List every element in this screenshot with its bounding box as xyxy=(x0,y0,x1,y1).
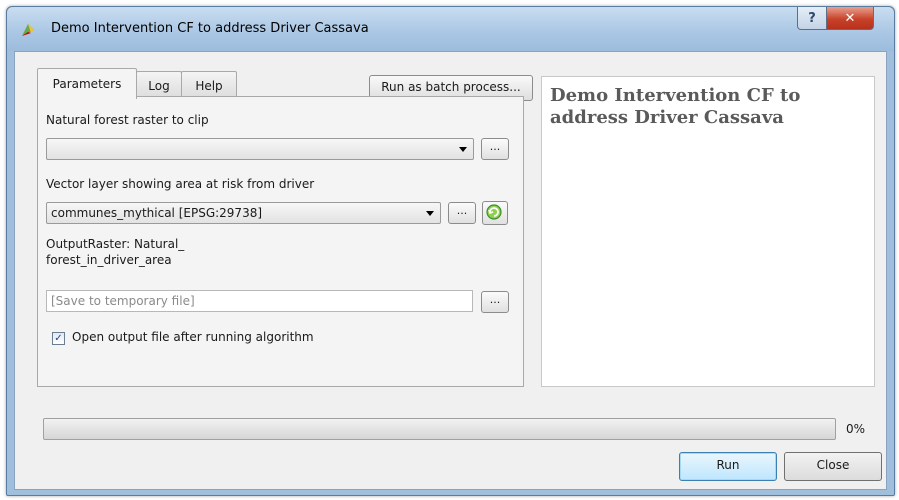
vector-layer-value: communes_mythical [EPSG:29738] xyxy=(51,206,263,220)
context-help-button[interactable]: ? xyxy=(797,7,827,30)
raster-browse-button[interactable]: ... xyxy=(481,138,509,160)
output-file-placeholder: [Save to temporary file] xyxy=(51,294,195,308)
progress-percent: 0% xyxy=(846,422,866,436)
parameters-panel: Natural forest raster to clip ... Vector… xyxy=(37,96,524,387)
tab-log[interactable]: Log xyxy=(136,71,182,99)
output-file-input[interactable]: [Save to temporary file] xyxy=(46,290,473,312)
output-raster-label-line1: OutputRaster: Natural_ xyxy=(46,237,185,251)
refresh-icon xyxy=(486,204,502,220)
open-output-label: Open output file after running algorithm xyxy=(72,330,314,344)
window-close-button[interactable]: ✕ xyxy=(826,7,874,30)
vector-layer-combo[interactable]: communes_mythical [EPSG:29738] xyxy=(46,202,441,224)
run-button[interactable]: Run xyxy=(679,452,777,481)
chevron-down-icon xyxy=(426,211,434,216)
raster-input-combo[interactable] xyxy=(46,138,474,160)
title-bar[interactable]: Demo Intervention CF to address Driver C… xyxy=(7,7,894,51)
chevron-down-icon xyxy=(459,147,467,152)
algorithm-help-title: Demo Intervention CF to address Driver C… xyxy=(550,85,801,128)
qgis-app-icon xyxy=(22,24,34,36)
algorithm-help-panel: Demo Intervention CF to address Driver C… xyxy=(541,76,875,387)
open-output-checkbox[interactable]: ✓ xyxy=(52,332,65,345)
tab-help[interactable]: Help xyxy=(181,71,237,99)
raster-input-label: Natural forest raster to clip xyxy=(46,113,209,127)
vector-browse-button[interactable]: ... xyxy=(448,202,476,224)
vector-input-label: Vector layer showing area at risk from d… xyxy=(46,177,315,191)
window-title: Demo Intervention CF to address Driver C… xyxy=(51,21,369,36)
output-browse-button[interactable]: ... xyxy=(481,291,509,313)
iterate-features-button[interactable] xyxy=(482,201,508,225)
dialog-window: Demo Intervention CF to address Driver C… xyxy=(6,6,895,496)
tab-parameters[interactable]: Parameters xyxy=(37,68,137,99)
output-raster-label-line2: forest_in_driver_area xyxy=(46,253,172,267)
dialog-client-area: Parameters Log Help Run as batch process… xyxy=(14,51,887,490)
close-button[interactable]: Close xyxy=(784,452,882,481)
progress-bar xyxy=(43,418,836,440)
